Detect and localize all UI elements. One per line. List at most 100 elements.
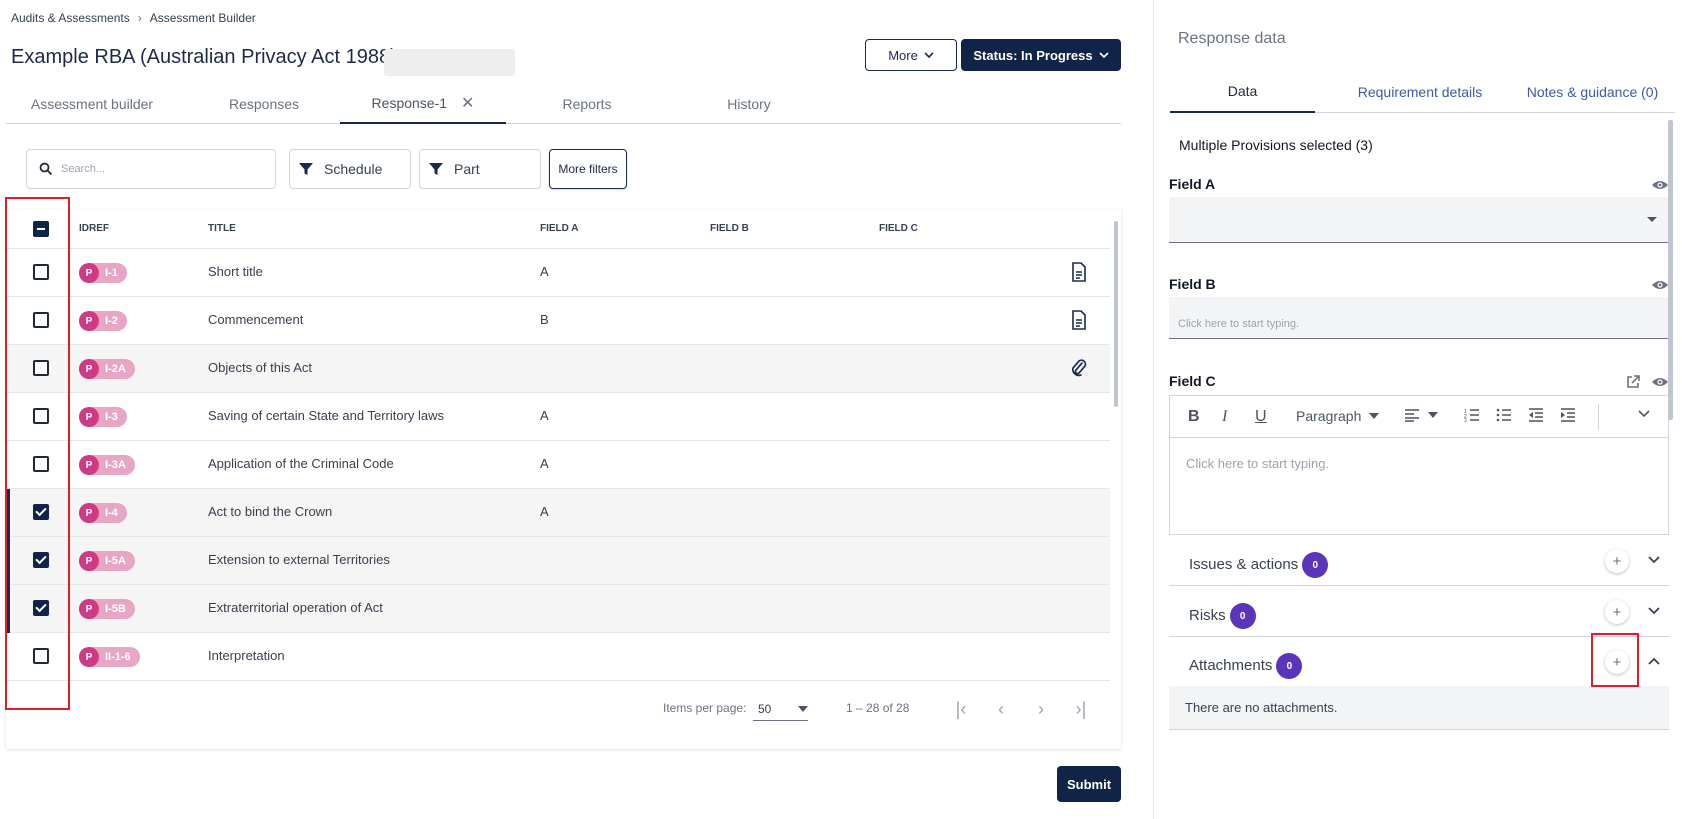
table-row[interactable]: P I-5B Extraterritorial operation of Act <box>6 585 1110 633</box>
issues-actions-section: Issues & actions 0 + <box>1169 536 1669 586</box>
tab-reports[interactable]: Reports <box>506 84 668 124</box>
select-all-checkbox[interactable] <box>33 221 49 237</box>
row-checkbox[interactable] <box>33 504 49 520</box>
col-field-b[interactable]: FIELD B <box>710 223 749 234</box>
open-external-icon[interactable] <box>1625 374 1641 390</box>
section-label: Risks <box>1189 606 1226 624</box>
paperclip-icon[interactable] <box>1070 358 1088 378</box>
search-input[interactable]: Search... <box>26 149 276 189</box>
scrollbar-thumb[interactable] <box>1114 221 1118 407</box>
row-checkbox[interactable] <box>33 312 49 328</box>
close-icon[interactable]: ✕ <box>461 93 474 113</box>
table-row[interactable]: P I-4 Act to bind the Crown A <box>6 489 1110 537</box>
row-checkbox[interactable] <box>33 360 49 376</box>
col-idref[interactable]: IDREF <box>79 223 109 234</box>
table-row[interactable]: P I-2 Commencement B <box>6 297 1110 345</box>
underline-icon[interactable]: U <box>1255 408 1267 426</box>
section-label: Issues & actions <box>1189 555 1299 573</box>
tab-requirement-details[interactable]: Requirement details <box>1330 71 1510 113</box>
tab-label: History <box>727 96 771 112</box>
chip-prefix: P <box>79 311 99 331</box>
add-attachment-button[interactable]: + <box>1605 650 1629 674</box>
attachments-title: Attachments 0 <box>1189 653 1303 679</box>
table-row[interactable]: P I-3 Saving of certain State and Territo… <box>6 393 1110 441</box>
col-title[interactable]: TITLE <box>208 223 236 234</box>
row-checkbox[interactable] <box>33 552 49 568</box>
chevron-down-icon[interactable] <box>1647 604 1661 618</box>
row-checkbox[interactable] <box>33 456 49 472</box>
row-checkbox[interactable] <box>33 408 49 424</box>
tab-responses[interactable]: Responses <box>178 84 350 124</box>
more-filters-label: More filters <box>558 162 618 176</box>
chip-id: I-3A <box>105 459 126 471</box>
schedule-filter[interactable]: Schedule <box>289 149 411 189</box>
part-filter-label: Part <box>454 161 480 177</box>
chevron-up-icon[interactable] <box>1647 654 1661 668</box>
table-row[interactable]: P I-5A Extension to external Territories <box>6 537 1110 585</box>
provision-chip: P I-5B <box>79 599 135 619</box>
numbered-list-icon[interactable]: 123 <box>1464 408 1480 422</box>
col-field-a[interactable]: FIELD A <box>540 223 579 234</box>
more-button[interactable]: More <box>865 39 957 71</box>
panel-scrollbar-thumb[interactable] <box>1668 120 1673 420</box>
field-c-editor[interactable]: B I U Paragraph 123 Click here to start … <box>1169 395 1669 535</box>
table-row[interactable]: P I-1 Short title A <box>6 249 1110 297</box>
field-b-input[interactable]: Click here to start typing. <box>1169 297 1669 339</box>
field-a-select[interactable] <box>1169 197 1669 243</box>
status-button[interactable]: Status: In Progress <box>961 39 1121 71</box>
align-left-icon[interactable] <box>1404 408 1438 422</box>
table-scrollbar[interactable] <box>1113 213 1119 745</box>
row-checkbox[interactable] <box>33 600 49 616</box>
indent-icon[interactable] <box>1560 408 1576 422</box>
first-page-icon[interactable]: |‹ <box>951 699 971 719</box>
table-row[interactable]: P I-2A Objects of this Act <box>6 345 1110 393</box>
paragraph-select[interactable]: Paragraph <box>1296 408 1380 424</box>
document-icon[interactable] <box>1070 310 1088 330</box>
items-per-page-value: 50 <box>758 701 772 716</box>
italic-icon[interactable]: I <box>1222 408 1227 426</box>
previous-page-icon[interactable]: ‹ <box>991 699 1011 719</box>
title-placeholder-pill <box>384 49 515 76</box>
table-row[interactable]: P II-1-6 Interpretation <box>6 633 1110 681</box>
panel-tab-bar: Data Requirement details Notes & guidanc… <box>1170 71 1675 113</box>
bold-icon[interactable]: B <box>1188 408 1200 426</box>
bullet-list-icon[interactable] <box>1496 408 1512 422</box>
tab-history[interactable]: History <box>668 84 830 124</box>
eye-icon[interactable] <box>1651 179 1669 191</box>
add-risk-button[interactable]: + <box>1605 600 1629 624</box>
row-checkbox[interactable] <box>33 264 49 280</box>
document-icon[interactable] <box>1070 262 1088 282</box>
row-title: Short title <box>208 264 263 279</box>
col-field-c[interactable]: FIELD C <box>879 223 918 234</box>
chip-id: I-1 <box>105 267 118 279</box>
table-row[interactable]: P I-3A Application of the Criminal Code A <box>6 441 1110 489</box>
tab-label: Requirement details <box>1357 84 1483 100</box>
toolbar-divider <box>1598 404 1599 430</box>
row-field-a: A <box>540 408 549 423</box>
row-checkbox[interactable] <box>33 648 49 664</box>
last-page-icon[interactable]: ›| <box>1071 699 1091 719</box>
chevron-down-icon[interactable] <box>1647 553 1661 567</box>
chip-prefix: P <box>79 551 99 571</box>
submit-label: Submit <box>1066 776 1112 792</box>
tab-response-1[interactable]: Response-1 ✕ <box>340 84 506 124</box>
chevron-down-icon[interactable] <box>1638 410 1650 418</box>
eye-icon[interactable] <box>1651 279 1669 291</box>
add-issue-button[interactable]: + <box>1605 549 1629 573</box>
field-a-label: Field A <box>1169 176 1216 192</box>
submit-button[interactable]: Submit <box>1057 766 1121 802</box>
paginator: Items per page: 50 1 – 28 of 28 |‹ ‹ › ›… <box>6 689 1110 729</box>
tab-assessment-builder[interactable]: Assessment builder <box>6 84 178 124</box>
tab-label: Notes & guidance (0) <box>1526 84 1659 100</box>
tab-data[interactable]: Data <box>1170 71 1315 113</box>
schedule-filter-label: Schedule <box>324 161 383 177</box>
more-label: More <box>888 47 918 63</box>
eye-icon[interactable] <box>1651 376 1669 388</box>
breadcrumb-root[interactable]: Audits & Assessments <box>11 11 130 25</box>
part-filter[interactable]: Part <box>419 149 541 189</box>
tab-notes-guidance[interactable]: Notes & guidance (0) <box>1510 71 1675 113</box>
items-per-page-select[interactable]: 50 <box>753 697 808 721</box>
next-page-icon[interactable]: › <box>1031 699 1051 719</box>
outdent-icon[interactable] <box>1528 408 1544 422</box>
more-filters-button[interactable]: More filters <box>549 149 627 189</box>
